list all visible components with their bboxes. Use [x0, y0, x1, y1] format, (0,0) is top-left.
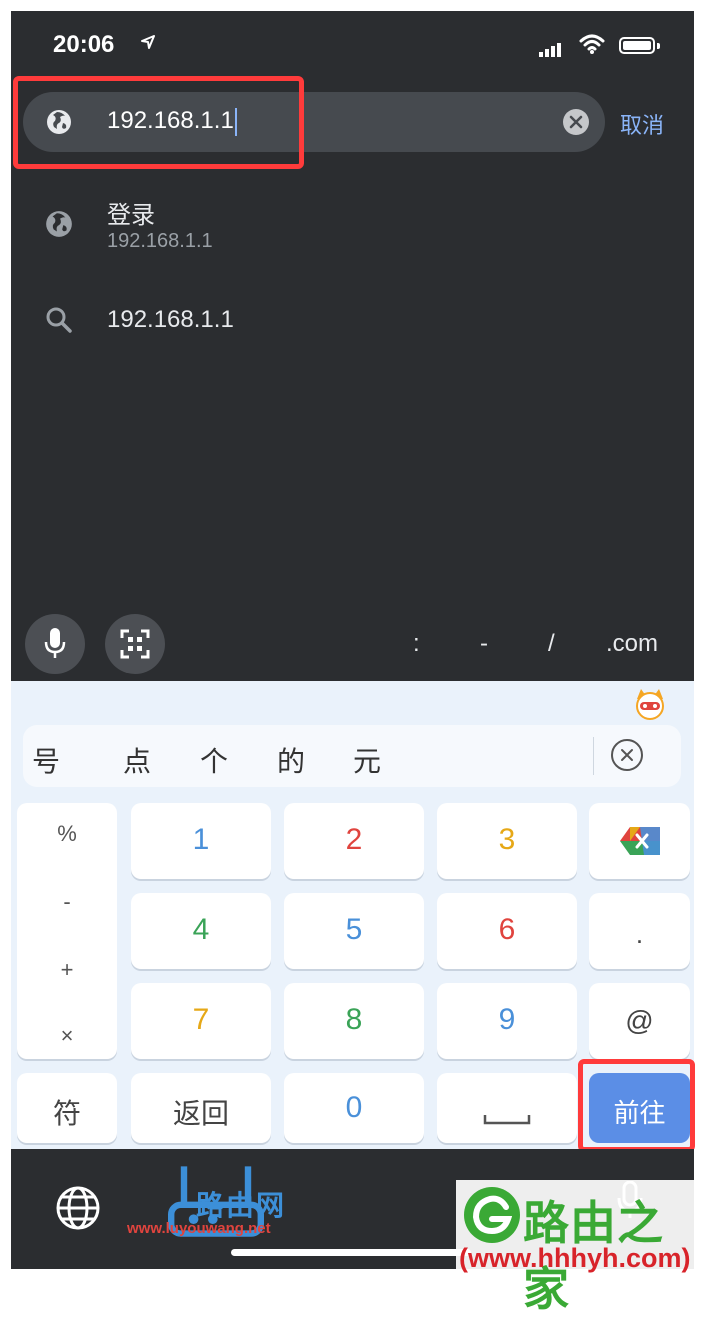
space-key[interactable]: [437, 1073, 577, 1143]
status-bar: 20:06: [11, 11, 694, 81]
clear-icon[interactable]: [563, 109, 589, 135]
suggestion-title: 登录: [107, 202, 155, 229]
cancel-button[interactable]: 取消: [620, 108, 664, 140]
suggestion-subtitle: 192.168.1.1: [107, 230, 213, 252]
key-label: 1: [192, 823, 210, 856]
insert-colon-button[interactable]: :: [413, 630, 420, 658]
insert-dash-button[interactable]: -: [480, 630, 488, 658]
key-label: 返回: [172, 1098, 229, 1129]
multiply-key[interactable]: ×: [17, 1023, 117, 1049]
suggestion-title: 192.168.1.1: [107, 306, 234, 333]
percent-key[interactable]: %: [17, 821, 117, 847]
minus-key[interactable]: -: [17, 889, 117, 915]
symbols-key[interactable]: 符: [17, 1073, 117, 1143]
suggestion-item[interactable]: 登录 192.168.1.1: [11, 185, 694, 265]
back-key[interactable]: 返回: [131, 1073, 271, 1143]
space-icon: [483, 1115, 531, 1125]
watermark-hhhyh-url: (www.hhhyh.com): [459, 1243, 691, 1273]
key-1[interactable]: 1: [131, 803, 271, 879]
key-label: 9: [498, 1003, 516, 1036]
insert-slash-button[interactable]: /: [548, 630, 555, 658]
scan-qr-button[interactable]: [105, 614, 165, 674]
status-time: 20:06: [53, 31, 115, 58]
key-9[interactable]: 9: [437, 983, 577, 1059]
key-2[interactable]: 2: [284, 803, 424, 879]
key-6[interactable]: 6: [437, 893, 577, 969]
suggestion-item[interactable]: 192.168.1.1: [11, 290, 694, 350]
battery-icon: [619, 37, 655, 54]
search-icon: [46, 307, 72, 333]
key-label: .: [635, 919, 644, 949]
candidate-close-icon[interactable]: [611, 739, 643, 771]
key-0[interactable]: 0: [284, 1073, 424, 1143]
candidate-bar: [23, 725, 681, 787]
key-label: 0: [345, 1091, 363, 1124]
wifi-icon: [579, 34, 605, 54]
candidate-word[interactable]: 个: [200, 740, 228, 780]
language-globe-icon[interactable]: [55, 1185, 101, 1231]
key-3[interactable]: 3: [437, 803, 577, 879]
key-label: 2: [345, 823, 363, 856]
dot-key[interactable]: .: [589, 893, 690, 969]
key-label: 8: [345, 1003, 363, 1036]
keyboard-mascot-icon: [636, 689, 664, 720]
watermark-luyouwang-name: 路由网: [196, 1190, 287, 1221]
candidate-word[interactable]: 号: [32, 740, 60, 780]
key-8[interactable]: 8: [284, 983, 424, 1059]
cellular-signal-icon: [539, 39, 563, 57]
at-key[interactable]: @: [589, 983, 690, 1059]
candidate-divider: [593, 737, 594, 775]
backspace-icon: [620, 827, 660, 855]
backspace-key[interactable]: [589, 803, 690, 879]
key-label: 7: [192, 1003, 210, 1036]
insert-dotcom-button[interactable]: .com: [606, 630, 658, 658]
qr-scan-icon: [120, 629, 150, 659]
microphone-icon: [44, 628, 66, 658]
key-label: 符: [52, 1098, 81, 1129]
battery-tip: [657, 43, 660, 49]
key-7[interactable]: 7: [131, 983, 271, 1059]
key-label: 5: [345, 913, 363, 946]
key-label: 6: [498, 913, 516, 946]
globe-icon: [46, 211, 72, 237]
hhhyh-logo-icon: [464, 1187, 520, 1243]
location-arrow-icon: [141, 35, 155, 49]
key-label: @: [625, 1005, 654, 1036]
key-4[interactable]: 4: [131, 893, 271, 969]
key-5[interactable]: 5: [284, 893, 424, 969]
candidate-word[interactable]: 元: [353, 740, 381, 780]
voice-input-button[interactable]: [25, 614, 85, 674]
key-label: 4: [192, 913, 210, 946]
home-indicator: [231, 1249, 471, 1256]
candidate-word[interactable]: 的: [277, 740, 305, 780]
plus-key[interactable]: +: [17, 957, 117, 983]
highlight-box-go: [578, 1059, 695, 1152]
symbol-column: % - + ×: [17, 803, 117, 1059]
highlight-box-address: [13, 76, 304, 169]
key-label: 3: [498, 823, 516, 856]
watermark-luyouwang-url: www.luyouwang.net: [127, 1220, 271, 1237]
candidate-word[interactable]: 点: [123, 740, 151, 780]
